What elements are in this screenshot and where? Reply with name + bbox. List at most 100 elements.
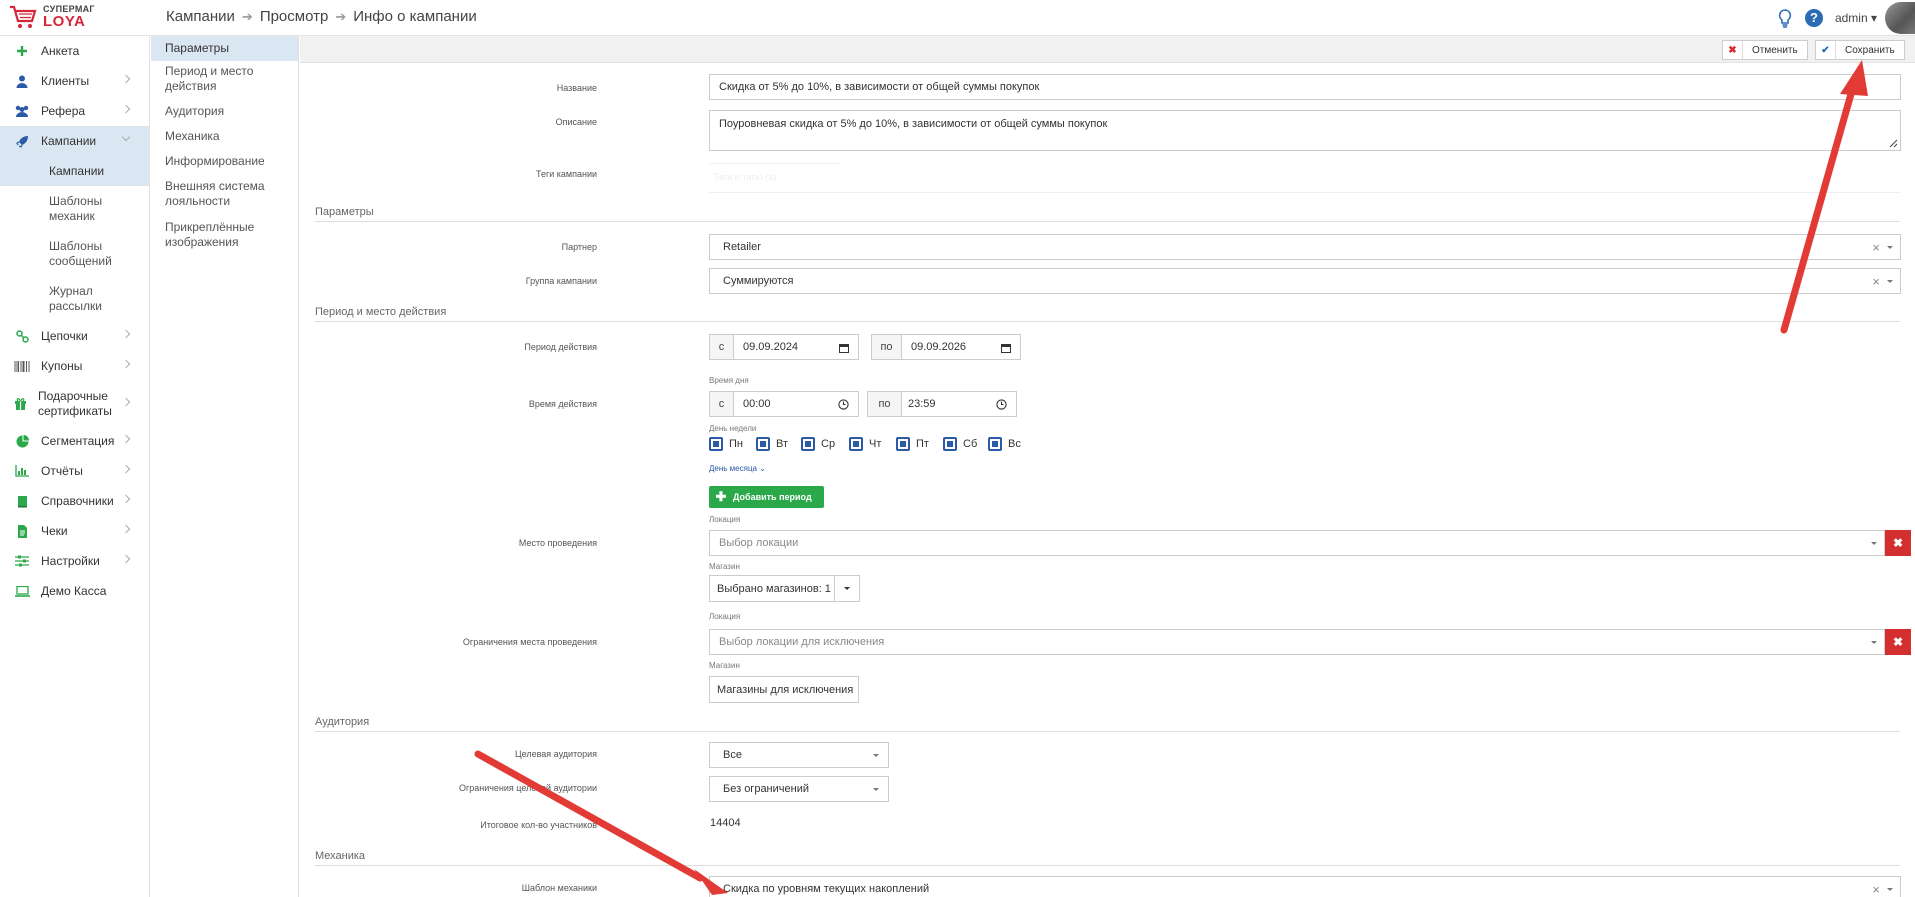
clock-icon[interactable]: [996, 399, 1007, 410]
sidebar-sub-campaigns[interactable]: Кампании: [0, 156, 149, 186]
remove-exclude-location-button[interactable]: ✖: [1885, 629, 1911, 655]
breadcrumb-view[interactable]: Просмотр: [260, 8, 329, 25]
weekday-checkbox-sun[interactable]: Вс: [988, 437, 1021, 451]
sidebar-item-referrals[interactable]: Рефера: [0, 96, 149, 126]
sidebar-item-anketa[interactable]: Анкета: [0, 36, 149, 66]
avatar[interactable]: [1885, 2, 1915, 34]
date-from-input[interactable]: с 09.09.2024: [709, 334, 859, 360]
chevron-right-icon: [121, 524, 131, 534]
caret-down-icon: [1871, 542, 1877, 545]
sidebar-item-label: Купоны: [41, 359, 83, 373]
section-nav-audience[interactable]: Аудитория: [151, 102, 298, 127]
group-select[interactable]: Суммируются ×: [709, 268, 1901, 294]
remove-location-button[interactable]: ✖: [1885, 530, 1911, 556]
section-nav-params[interactable]: Параметры: [151, 36, 298, 61]
save-button[interactable]: ✔ Сохранить: [1815, 40, 1905, 60]
user-menu[interactable]: admin ▾: [1835, 11, 1877, 25]
sidebar-item-campaigns[interactable]: Кампании: [0, 126, 149, 156]
caret-down-icon: [1887, 888, 1893, 891]
sidebar-item-segmentation[interactable]: Сегментация: [0, 426, 149, 456]
month-day-link[interactable]: День месяца ⌄: [709, 464, 766, 473]
add-period-label: Добавить период: [733, 492, 812, 502]
section-nav-external-loyalty[interactable]: Внешняя система лояльности: [151, 177, 298, 218]
dropdown-toggle[interactable]: [835, 576, 859, 601]
partner-select[interactable]: Retailer ×: [709, 234, 1901, 260]
sidebar-item-label: Анкета: [41, 44, 80, 58]
sidebar-item-demo-pos[interactable]: Демо Касса: [0, 576, 149, 606]
user-icon: [14, 74, 30, 88]
audience-value: Все: [723, 749, 742, 761]
lightbulb-icon[interactable]: [1777, 8, 1793, 28]
clock-icon[interactable]: [838, 399, 849, 410]
section-nav-images[interactable]: Прикреплённые изображения: [151, 218, 298, 259]
clear-icon[interactable]: ×: [1872, 274, 1880, 289]
time-to-input[interactable]: по 23:59: [867, 391, 1017, 417]
name-input[interactable]: Скидка от 5% до 10%, в зависимости от об…: [709, 74, 1901, 100]
audience-restrict-label: Ограничения целевой аудитории: [458, 783, 597, 793]
tags-input[interactable]: Теги и типы (a): [709, 163, 839, 189]
shops-dropdown[interactable]: Выбрано магазинов: 1: [709, 575, 860, 602]
rocket-icon: [14, 134, 30, 148]
description-text: Поуровневая скидка от 5% до 10%, в завис…: [719, 118, 1108, 130]
receipt-icon: [14, 524, 30, 538]
section-nav-mechanic[interactable]: Механика: [151, 127, 298, 152]
weekday-checkbox-wed[interactable]: Ср: [801, 437, 835, 451]
sidebar-item-receipts[interactable]: Чеки: [0, 516, 149, 546]
sidebar-item-directories[interactable]: Справочники: [0, 486, 149, 516]
mechanic-select[interactable]: Скидка по уровням текущих накоплений ×: [709, 876, 1901, 897]
book-icon: [14, 494, 30, 508]
weekday-checkbox-sat[interactable]: Сб: [943, 437, 977, 451]
arrow-right-icon: ➔: [335, 8, 347, 24]
weekday-checkbox-mon[interactable]: Пн: [709, 437, 743, 451]
exclude-shops-button[interactable]: Магазины для исключения: [709, 676, 859, 703]
restrict-place-label: Ограничения места проведения: [462, 637, 597, 647]
location-placeholder: Выбор локации: [719, 537, 799, 549]
weekday-checkbox-thu[interactable]: Чт: [849, 437, 881, 451]
cancel-button[interactable]: ✖ Отменить: [1722, 40, 1808, 60]
sidebar-item-settings[interactable]: Настройки: [0, 546, 149, 576]
sidebar-sub-mechanic-templates[interactable]: Шаблоны механик: [0, 186, 149, 231]
calendar-icon[interactable]: [1001, 343, 1011, 353]
sidebar-sub-message-templates[interactable]: Шаблоны сообщений: [0, 231, 149, 276]
app: СУПЕРМАГ LOYA Кампании ➔ Просмотр ➔ Инфо…: [0, 0, 1915, 897]
date-to-value: 09.09.2026: [911, 341, 967, 353]
logo[interactable]: СУПЕРМАГ LOYA: [9, 4, 95, 30]
clear-icon[interactable]: ×: [1872, 240, 1880, 255]
clear-icon[interactable]: ×: [1872, 882, 1880, 897]
weekday-label: Пн: [729, 438, 743, 450]
sidebar-item-chains[interactable]: Цепочки: [0, 321, 149, 351]
exclude-location-select[interactable]: Выбор локации для исключения: [709, 629, 1885, 655]
audience-select[interactable]: Все: [709, 742, 889, 768]
add-period-button[interactable]: ✚ Добавить период: [709, 486, 824, 508]
weekday-checkbox-fri[interactable]: Пт: [896, 437, 929, 451]
sidebar-item-label: Цепочки: [41, 329, 88, 343]
location-select[interactable]: Выбор локации: [709, 530, 1885, 556]
shop-caption: Магазин: [709, 562, 740, 571]
audience-restrict-select[interactable]: Без ограничений: [709, 776, 889, 802]
help-icon[interactable]: ?: [1804, 9, 1823, 27]
description-textarea[interactable]: Поуровневая скидка от 5% до 10%, в завис…: [709, 110, 1901, 151]
caret-down-icon: [1871, 641, 1877, 644]
chevron-down-icon: [121, 132, 131, 142]
section-audience-title: Аудитория: [315, 716, 1900, 732]
sidebar-item-coupons[interactable]: Купоны: [0, 351, 149, 381]
chevron-right-icon: [121, 434, 131, 444]
sidebar-item-reports[interactable]: Отчёты: [0, 456, 149, 486]
section-nav-period[interactable]: Период и место действия: [151, 61, 298, 102]
sidebar-item-gift-certificates[interactable]: Подарочные сертификаты: [0, 381, 149, 426]
chevron-right-icon: [121, 104, 131, 114]
date-to-input[interactable]: по 09.09.2026: [871, 334, 1021, 360]
section-nav-informing[interactable]: Информирование: [151, 152, 298, 177]
barcode-icon: [14, 359, 30, 373]
section-period-title: Период и место действия: [315, 306, 1900, 322]
name-label: Название: [556, 83, 597, 93]
time-from-input[interactable]: с 00:00: [709, 391, 859, 417]
sidebar-sub-mailing-log[interactable]: Журнал рассылки: [0, 276, 149, 321]
breadcrumb-campaigns[interactable]: Кампании: [166, 8, 235, 25]
plus-icon: [14, 44, 30, 58]
resize-handle-icon[interactable]: [1888, 138, 1898, 148]
calendar-icon[interactable]: [839, 343, 849, 353]
weekday-checkbox-tue[interactable]: Вт: [756, 437, 788, 451]
shop-caption-2: Магазин: [709, 661, 740, 670]
sidebar-item-clients[interactable]: Клиенты: [0, 66, 149, 96]
